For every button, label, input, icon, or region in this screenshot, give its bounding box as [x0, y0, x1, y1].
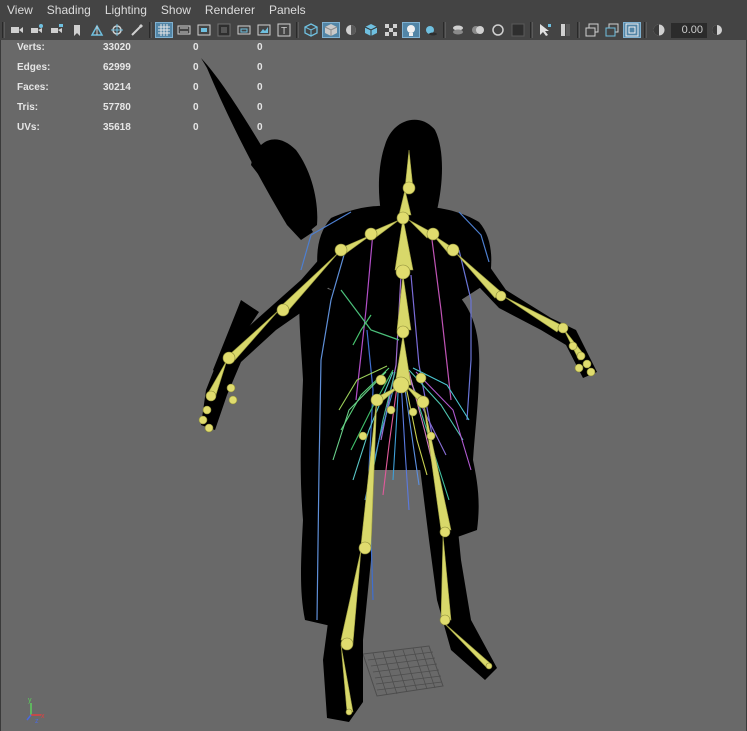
menu-view[interactable]: View [0, 0, 40, 20]
field-chart-icon[interactable] [215, 22, 233, 38]
2d-pan-zoom-icon[interactable] [88, 22, 106, 38]
hud-value: 33020 [103, 42, 131, 53]
toolbar-divider [149, 22, 152, 38]
hud-value: 30214 [103, 82, 131, 93]
resolution-gate-icon[interactable] [175, 22, 193, 38]
four-pane-icon[interactable] [603, 22, 621, 38]
menu-shading[interactable]: Shading [40, 0, 98, 20]
grease-pencil-icon[interactable] [108, 22, 126, 38]
hud-value: 62999 [103, 62, 131, 73]
safe-action-icon[interactable] [235, 22, 253, 38]
view-axis-gizmo-icon: y x z [26, 697, 45, 725]
panel-menu-bar: View Shading Lighting Show Renderer Pane… [0, 0, 747, 20]
toolbar-divider [644, 22, 647, 38]
use-all-lights-icon[interactable] [402, 22, 420, 38]
axis-z-label: z [35, 718, 39, 725]
gate-mask-icon[interactable] [195, 22, 213, 38]
select-camera-icon[interactable] [8, 22, 26, 38]
motion-blur-icon[interactable] [469, 22, 487, 38]
toolbar-divider [577, 22, 580, 38]
gamma-icon[interactable] [708, 22, 726, 38]
hud-text-icon[interactable]: T [275, 22, 293, 38]
hud-label: UVs: [17, 122, 40, 133]
hud-value: 0 [257, 102, 263, 113]
default-material-icon[interactable] [342, 22, 360, 38]
perspective-viewport[interactable]: Verts: 33020 0 0 Edges: 62999 0 0 Faces:… [0, 40, 747, 731]
film-gate-icon[interactable] [155, 22, 173, 38]
isolate-select-icon[interactable] [536, 22, 554, 38]
wireframe-icon[interactable] [302, 22, 320, 38]
axis-y-label: y [28, 697, 32, 704]
hud-value: 0 [257, 42, 263, 53]
grid-icon[interactable] [128, 22, 146, 38]
maya-viewport-panel: View Shading Lighting Show Renderer Pane… [0, 0, 747, 731]
menu-renderer[interactable]: Renderer [198, 0, 262, 20]
safe-title-icon[interactable] [255, 22, 273, 38]
menu-show[interactable]: Show [154, 0, 198, 20]
camera-attributes-icon[interactable] [28, 22, 46, 38]
shadows-icon[interactable] [422, 22, 440, 38]
hud-label: Tris: [17, 102, 39, 113]
hud-value: 0 [193, 62, 199, 73]
two-pane-icon[interactable] [583, 22, 601, 38]
xray-icon[interactable] [382, 22, 400, 38]
hud-label: Faces: [17, 82, 49, 93]
hud-value: 35618 [103, 122, 131, 133]
hud-value: 0 [193, 102, 199, 113]
multisample-aa-icon[interactable] [489, 22, 507, 38]
hud-value: 0 [257, 62, 263, 73]
toolbar-divider [2, 22, 5, 38]
hud-label: Edges: [17, 62, 51, 73]
screen-space-ao-icon[interactable] [449, 22, 467, 38]
xray-active-icon[interactable] [556, 22, 574, 38]
depth-of-field-icon[interactable] [509, 22, 527, 38]
hud-value: 0 [257, 82, 263, 93]
toolbar-divider [296, 22, 299, 38]
wireframe-on-shaded-icon[interactable] [362, 22, 380, 38]
panel-toolbar: T 0.00 [0, 20, 747, 40]
hud-value: 0 [257, 122, 263, 133]
toolbar-divider [443, 22, 446, 38]
image-plane-icon[interactable] [68, 22, 86, 38]
hud-icon[interactable] [623, 22, 641, 38]
smooth-shade-icon[interactable] [322, 22, 340, 38]
hud-value: 57780 [103, 102, 131, 113]
svg-text:T: T [281, 26, 287, 37]
axis-x-label: x [41, 713, 45, 720]
exposure-field[interactable]: 0.00 [671, 22, 707, 38]
bookmarks-icon[interactable] [48, 22, 66, 38]
hud-label: Verts: [17, 42, 45, 53]
hud-value: 0 [193, 122, 199, 133]
toolbar-divider [530, 22, 533, 38]
ground-grid [362, 645, 444, 697]
menu-panels[interactable]: Panels [262, 0, 313, 20]
character-rig-scene[interactable] [1, 40, 747, 731]
menu-lighting[interactable]: Lighting [98, 0, 154, 20]
hud-value: 0 [193, 42, 199, 53]
hud-value: 0 [193, 82, 199, 93]
exposure-icon[interactable] [650, 22, 668, 38]
